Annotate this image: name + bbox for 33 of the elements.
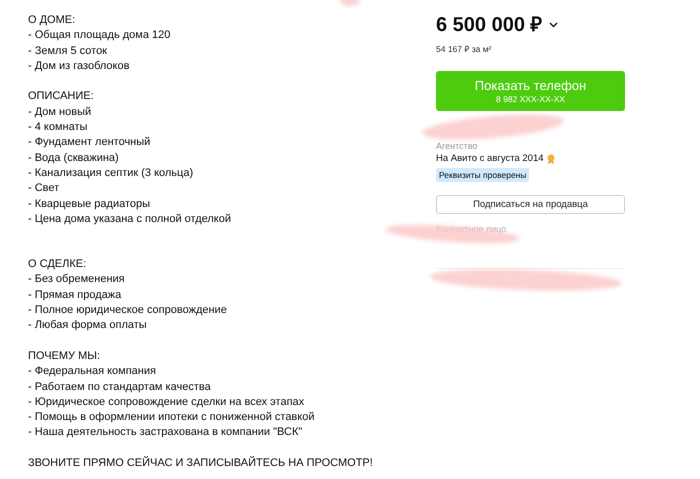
description-line: - Юридическое сопровождение сделки на всех этапах — [28, 394, 306, 410]
description-line: - Помощь в оформлении ипотеки с пониженной ставкой — [28, 410, 316, 426]
description-line: - Работаем по стандартам качества — [28, 380, 212, 395]
section-heading: ОПИСАНИЕ: — [28, 89, 95, 104]
price: 6 500 000 ₽ — [436, 13, 543, 37]
chevron-down-icon[interactable] — [548, 22, 558, 28]
description-line: - Прямая продажа — [28, 288, 122, 303]
member-since: На Авито с августа 2014 — [436, 153, 544, 164]
seller-type: Агентство — [436, 141, 478, 151]
description-line: - Полное юридическое сопровождение — [28, 303, 228, 318]
description-line: - Без обременения — [28, 272, 126, 288]
description-line: - Цена дома указана с полной отделкой — [28, 212, 232, 227]
description-line: - Федеральная компания — [28, 364, 157, 380]
description-line: - Общая площадь дома 120 — [28, 28, 172, 44]
description-line: - Кварцевые радиаторы — [28, 196, 152, 212]
description-line: - Любая форма оплаты — [28, 318, 148, 334]
medal-icon — [546, 154, 555, 164]
description-line: - Дом из газоблоков — [28, 58, 130, 74]
description-line: - Земля 5 соток — [28, 44, 108, 59]
price-per-square-meter: 54 167 ₽ за м² — [436, 43, 492, 54]
subscribe-button[interactable]: Подписаться на продавца — [436, 195, 625, 214]
description-line: - Свет — [28, 181, 60, 196]
section-heading: ПОЧЕМУ МЫ: — [28, 348, 102, 364]
description-line: - Наша деятельность застрахована в компании "ВСК" — [28, 425, 304, 440]
description-line: - 4 комнаты — [28, 120, 88, 136]
description-line: - Фундамент ленточный — [28, 135, 152, 150]
description-line: - Дом новый — [28, 104, 92, 120]
description-line: - Канализация септик (3 кольца) — [28, 166, 194, 181]
section-heading: ЗВОНИТЕ ПРЯМО СЕЙЧАС И ЗАПИСЫВАЙТЕСЬ НА ПРОСМОТР! — [28, 456, 374, 472]
description-line: - Вода (скважина) — [28, 150, 120, 166]
section-heading: О ДОМЕ: — [28, 13, 76, 28]
section-heading: О СДЕЛКЕ: — [28, 257, 88, 272]
verified-badge: Реквизиты проверены — [436, 168, 530, 182]
